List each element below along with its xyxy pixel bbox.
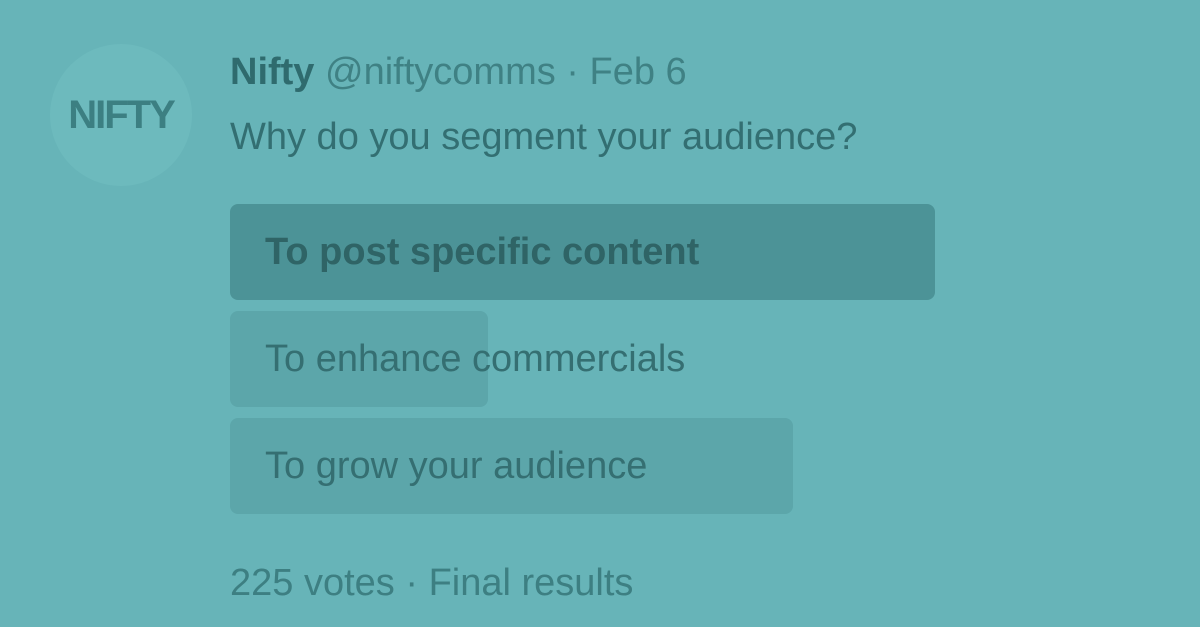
poll-option: To enhance commercials — [230, 311, 935, 407]
nifty-logo: NIFTY — [68, 92, 176, 137]
header-separator: · — [566, 51, 579, 93]
poll-option-label: To post specific content — [265, 231, 700, 273]
poll-option: To post specific content — [230, 204, 935, 300]
poll-option-label: To enhance commercials — [265, 338, 686, 380]
tweet-header: Nifty @niftycomms · Feb 6 — [230, 48, 1170, 96]
poll-status: Final results — [428, 562, 634, 604]
footer-separator: · — [405, 562, 419, 604]
poll-footer: 225 votes · Final results — [230, 558, 633, 608]
author-name[interactable]: Nifty — [230, 51, 314, 93]
tweet-date[interactable]: Feb 6 — [590, 51, 687, 93]
tweet-text: Why do you segment your audience? — [230, 116, 858, 158]
avatar[interactable]: NIFTY — [50, 44, 192, 186]
poll-option-label: To grow your audience — [265, 445, 648, 487]
author-handle[interactable]: @niftycomms — [325, 51, 556, 93]
poll-option: To grow your audience — [230, 418, 935, 514]
tweet: Nifty @niftycomms · Feb 6 Why do you seg… — [230, 48, 1170, 518]
vote-count: 225 votes — [230, 562, 395, 604]
poll: To post specific content To enhance comme… — [230, 204, 1170, 518]
